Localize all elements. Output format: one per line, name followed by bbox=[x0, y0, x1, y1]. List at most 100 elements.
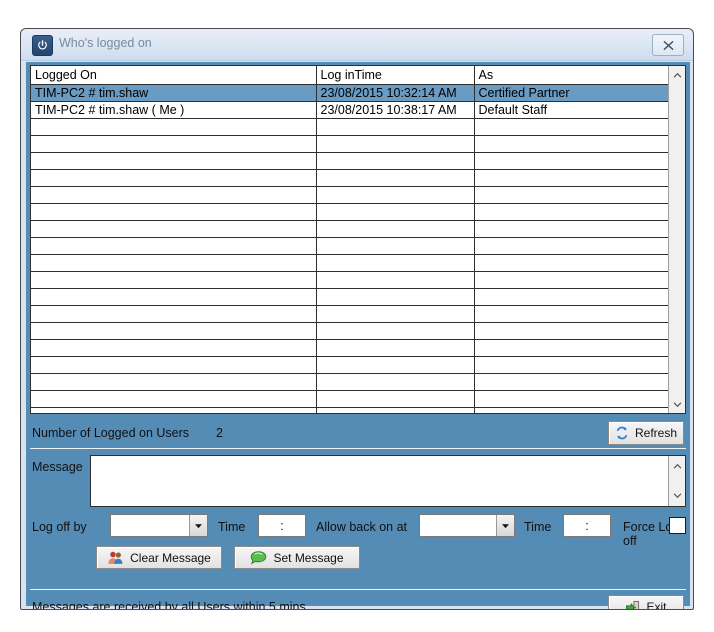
dialog-body: Logged On Log inTime As TIM-PC2 # tim.sh… bbox=[26, 62, 690, 609]
table-row[interactable] bbox=[31, 322, 670, 340]
table-row[interactable] bbox=[31, 203, 670, 221]
logoff-controls-row: Log off by Time Allow back on at bbox=[26, 514, 690, 548]
table-row[interactable] bbox=[31, 254, 670, 272]
cell-log-in-time bbox=[316, 322, 475, 340]
close-button[interactable] bbox=[652, 34, 684, 56]
window-title: Who's logged on bbox=[59, 36, 152, 50]
cell-log-in-time bbox=[316, 169, 475, 187]
allow-back-on-at-dropdown[interactable] bbox=[419, 514, 515, 537]
exit-button[interactable]: Exit bbox=[608, 595, 684, 609]
cell-logged-on bbox=[31, 288, 317, 306]
table-row[interactable] bbox=[31, 169, 670, 187]
cell-as bbox=[474, 220, 670, 238]
cell-logged-on bbox=[31, 169, 317, 187]
cell-logged-on bbox=[31, 186, 317, 204]
list-scrollbar[interactable] bbox=[668, 66, 685, 413]
chevron-down-icon[interactable] bbox=[669, 396, 685, 413]
cell-log-in-time bbox=[316, 220, 475, 238]
table-row[interactable] bbox=[31, 152, 670, 170]
refresh-button[interactable]: Refresh bbox=[608, 421, 684, 445]
allow-back-on-at-input[interactable] bbox=[420, 515, 496, 536]
log-off-by-dropdown[interactable] bbox=[110, 514, 208, 537]
message-box bbox=[90, 455, 686, 507]
cell-as bbox=[474, 254, 670, 272]
chevron-up-icon[interactable] bbox=[669, 66, 685, 83]
cell-as bbox=[474, 288, 670, 306]
column-header-as[interactable]: As bbox=[474, 66, 670, 85]
cell-log-in-time bbox=[316, 237, 475, 255]
clear-message-button[interactable]: Clear Message bbox=[96, 546, 222, 569]
cell-logged-on bbox=[31, 135, 317, 153]
force-log-off-checkbox[interactable] bbox=[669, 517, 686, 534]
footer-note: Messages are received by all Users withi… bbox=[32, 600, 310, 610]
table-row[interactable] bbox=[31, 118, 670, 136]
table-row[interactable] bbox=[31, 339, 670, 357]
cell-logged-on bbox=[31, 118, 317, 136]
footer: Messages are received by all Users withi… bbox=[30, 592, 686, 610]
message-input[interactable] bbox=[91, 456, 669, 506]
time-input-1[interactable] bbox=[258, 514, 306, 537]
table-row[interactable] bbox=[31, 390, 670, 408]
power-icon bbox=[32, 35, 53, 56]
allow-back-on-at-label: Allow back on at bbox=[316, 520, 408, 534]
table-row[interactable] bbox=[31, 237, 670, 255]
cell-as bbox=[474, 237, 670, 255]
refresh-label: Refresh bbox=[634, 426, 678, 440]
cell-log-in-time bbox=[316, 339, 475, 357]
divider-bottom bbox=[30, 589, 686, 590]
cell-logged-on bbox=[31, 254, 317, 272]
triangle-down-icon[interactable] bbox=[189, 515, 207, 536]
cell-logged-on bbox=[31, 237, 317, 255]
set-message-button[interactable]: Set Message bbox=[234, 546, 360, 569]
table-row[interactable] bbox=[31, 135, 670, 153]
cell-logged-on: TIM-PC2 # tim.shaw bbox=[31, 84, 317, 102]
speech-bubble-icon bbox=[251, 551, 267, 565]
logged-on-users-label: Number of Logged on Users bbox=[32, 426, 190, 440]
cell-log-in-time bbox=[316, 152, 475, 170]
cell-log-in-time bbox=[316, 254, 475, 272]
cell-log-in-time bbox=[316, 407, 475, 413]
table-row[interactable] bbox=[31, 373, 670, 391]
cell-log-in-time bbox=[316, 305, 475, 323]
cell-log-in-time bbox=[316, 390, 475, 408]
cell-log-in-time bbox=[316, 356, 475, 374]
divider-top bbox=[30, 448, 686, 449]
cell-as bbox=[474, 152, 670, 170]
title-bar: Who's logged on bbox=[21, 29, 693, 61]
cell-logged-on: TIM-PC2 # tim.shaw ( Me ) bbox=[31, 101, 317, 119]
cell-as bbox=[474, 118, 670, 136]
triangle-down-icon[interactable] bbox=[496, 515, 514, 536]
cell-logged-on bbox=[31, 203, 317, 221]
cell-log-in-time bbox=[316, 373, 475, 391]
cell-log-in-time bbox=[316, 118, 475, 136]
users-icon bbox=[108, 551, 123, 564]
column-header-log-in-time[interactable]: Log inTime bbox=[316, 66, 475, 85]
table-row[interactable] bbox=[31, 356, 670, 374]
table-row[interactable] bbox=[31, 407, 670, 413]
message-scrollbar[interactable] bbox=[668, 456, 685, 506]
time-input-2[interactable] bbox=[563, 514, 611, 537]
table-row[interactable]: TIM-PC2 # tim.shaw ( Me ) 23/08/2015 10:… bbox=[31, 101, 670, 119]
chevron-up-icon[interactable] bbox=[669, 458, 685, 474]
table-row[interactable] bbox=[31, 186, 670, 204]
set-message-label: Set Message bbox=[273, 550, 344, 565]
cell-as bbox=[474, 186, 670, 204]
cell-log-in-time: 23/08/2015 10:32:14 AM bbox=[316, 84, 475, 102]
column-header-logged-on[interactable]: Logged On bbox=[31, 66, 317, 85]
cell-as bbox=[474, 407, 670, 413]
cell-logged-on bbox=[31, 339, 317, 357]
logged-on-table: Logged On Log inTime As TIM-PC2 # tim.sh… bbox=[31, 66, 670, 413]
table-row[interactable]: TIM-PC2 # tim.shaw 23/08/2015 10:32:14 A… bbox=[31, 84, 670, 102]
cell-log-in-time bbox=[316, 186, 475, 204]
table-row[interactable] bbox=[31, 288, 670, 306]
time-label-2: Time bbox=[524, 520, 552, 534]
time-label-1: Time bbox=[218, 520, 246, 534]
table-row[interactable] bbox=[31, 220, 670, 238]
log-off-by-input[interactable] bbox=[111, 515, 189, 536]
table-row[interactable] bbox=[31, 305, 670, 323]
chevron-down-icon[interactable] bbox=[669, 488, 685, 504]
cell-as bbox=[474, 169, 670, 187]
cell-logged-on bbox=[31, 220, 317, 238]
table-row[interactable] bbox=[31, 271, 670, 289]
logged-on-users-count: 2 bbox=[216, 426, 223, 440]
